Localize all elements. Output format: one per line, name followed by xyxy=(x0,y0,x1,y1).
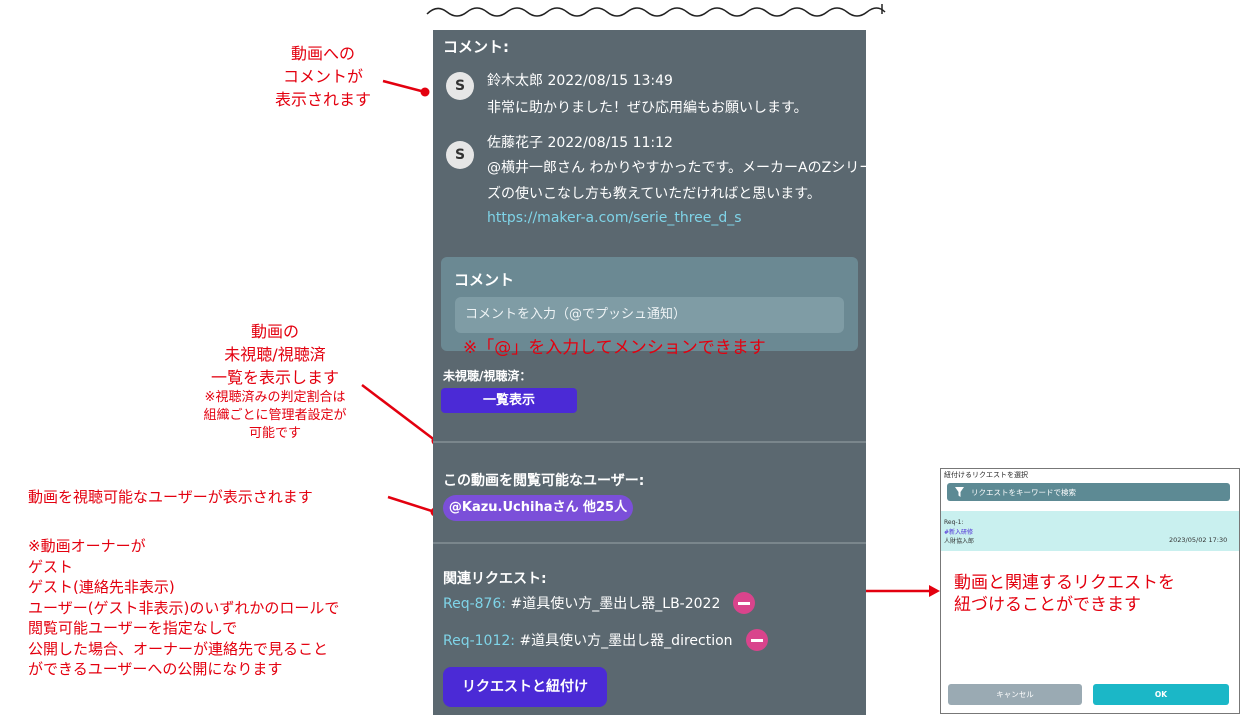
mention-annotation: ※「@」を入力してメンションできます xyxy=(463,338,766,358)
link-request-button[interactable]: リクエストと紐付け xyxy=(443,667,607,707)
annotation-line: ゲスト(連絡先非表示) xyxy=(28,578,175,596)
viewed-subannotation: ※視聴済みの判定割合は 組織ごとに管理者設定が 可能です xyxy=(180,389,370,443)
comment-text: @横井一郎さん わかりやすかったです。メーカーAのZシリー xyxy=(487,160,866,176)
annotation-line: 閲覧可能ユーザーを指定なしで xyxy=(28,619,238,637)
comments-annotation: 動画への コメントが 表示されます xyxy=(258,42,388,111)
request-list-item[interactable]: Req-1: #新入研修 人財協入郎 2023/05/02 17:30 xyxy=(941,511,1239,551)
avatar-initial: S xyxy=(454,147,466,163)
viewed-label: 未視聴/視聴済： xyxy=(443,369,532,383)
remove-request-icon[interactable] xyxy=(746,629,768,651)
item-date: 2023/05/02 17:30 xyxy=(1169,536,1228,544)
comment-author-time: 鈴木太郎 2022/08/15 13:49 xyxy=(487,73,673,89)
dialog-title: 紐付けるリクエストを選択 xyxy=(944,471,1028,479)
comment-text: ズの使いこなし方も教えていただければと思います。 xyxy=(487,186,821,202)
comment-author-time: 佐藤花子 2022/08/15 11:12 xyxy=(487,135,673,151)
annotation-line: ※動画オーナーが xyxy=(28,537,146,555)
remove-request-icon[interactable] xyxy=(733,592,755,614)
annotation-line: 紐づけることができます xyxy=(954,595,1141,615)
request-row[interactable]: Req-876: #道具使い方_墨出し器_LB-2022 xyxy=(443,593,720,613)
annotation-line: 未視聴/視聴済 xyxy=(224,345,326,364)
annotation-line: 表示されます xyxy=(274,90,371,109)
owner-annotation: ※動画オーナーが ゲスト ゲスト(連絡先非表示) ユーザー(ゲスト非表示)のいず… xyxy=(28,536,339,680)
request-id: Req-876: xyxy=(443,596,507,612)
request-id: Req-1012: xyxy=(443,633,515,649)
link-annotation: 動画と関連するリクエストを 紐づけることができます xyxy=(954,572,1175,616)
item-tag: #新入研修 xyxy=(944,529,974,536)
comment-link[interactable]: https://maker-a.com/serie_three_d_s xyxy=(487,210,742,226)
item-user: 人財協入郎 xyxy=(944,538,975,545)
link-request-dialog: 紐付けるリクエストを選択 リクエストをキーワードで検索 Req-1: #新入研修… xyxy=(940,468,1240,714)
avatar: S xyxy=(446,141,474,169)
comment-input[interactable]: コメントを入力（@でプッシュ通知） xyxy=(455,297,844,333)
annotation-line: 組織ごとに管理者設定が xyxy=(203,408,347,423)
request-title: #道具使い方_墨出し器_LB-2022 xyxy=(510,596,721,612)
video-detail-panel: コメント: S 鈴木太郎 2022/08/15 13:49 非常に助かりました！… xyxy=(433,30,866,715)
annotation-line: ができるユーザーへの公開になります xyxy=(28,660,283,678)
cancel-button[interactable]: キャンセル xyxy=(948,684,1082,705)
comment-text: 非常に助かりました！ぜひ応用編もお願いします。 xyxy=(487,100,808,116)
annotation-line: ユーザー(ゲスト非表示)のいずれかのロールで xyxy=(28,598,340,617)
dialog-search-bar[interactable]: リクエストをキーワードで検索 xyxy=(947,483,1230,501)
request-row[interactable]: Req-1012: #道具使い方_墨出し器_direction xyxy=(443,630,733,650)
annotation-line: コメントが xyxy=(282,67,363,86)
annotation-line: 動画と関連するリクエストを xyxy=(954,573,1175,593)
annotation-line: ゲスト xyxy=(28,557,74,576)
viewers-label: この動画を閲覧可能なユーザー: xyxy=(443,473,645,489)
filter-icon xyxy=(955,487,964,497)
viewed-list-button[interactable]: 一覧表示 xyxy=(441,388,577,413)
annotation-line: 動画の xyxy=(250,322,299,341)
avatar-initial: S xyxy=(454,78,466,94)
annotation-line: 一覧を表示します xyxy=(210,368,339,387)
viewed-annotation: 動画の 未視聴/視聴済 一覧を表示します xyxy=(190,320,360,389)
divider xyxy=(433,441,866,443)
viewers-pill[interactable]: @Kazu.Uchihaさん 他25人 xyxy=(443,495,633,521)
annotation-line: 動画への xyxy=(290,44,355,63)
related-requests-label: 関連リクエスト: xyxy=(443,571,547,587)
viewers-annotation: 動画を視聴可能なユーザーが表示されます xyxy=(28,488,313,506)
divider xyxy=(433,542,866,544)
item-id: Req-1: xyxy=(944,519,964,526)
comments-header: コメント: xyxy=(443,38,509,56)
request-title: #道具使い方_墨出し器_direction xyxy=(519,633,733,649)
ok-button[interactable]: OK xyxy=(1093,684,1229,705)
annotation-line: 可能です xyxy=(248,426,301,441)
comment-box-title: コメント xyxy=(454,271,515,289)
annotation-line: 公開した場合、オーナーが連絡先で見ること xyxy=(28,639,329,658)
avatar: S xyxy=(446,72,474,100)
search-placeholder: リクエストをキーワードで検索 xyxy=(971,488,1076,497)
annotation-line: ※視聴済みの判定割合は xyxy=(204,390,346,405)
